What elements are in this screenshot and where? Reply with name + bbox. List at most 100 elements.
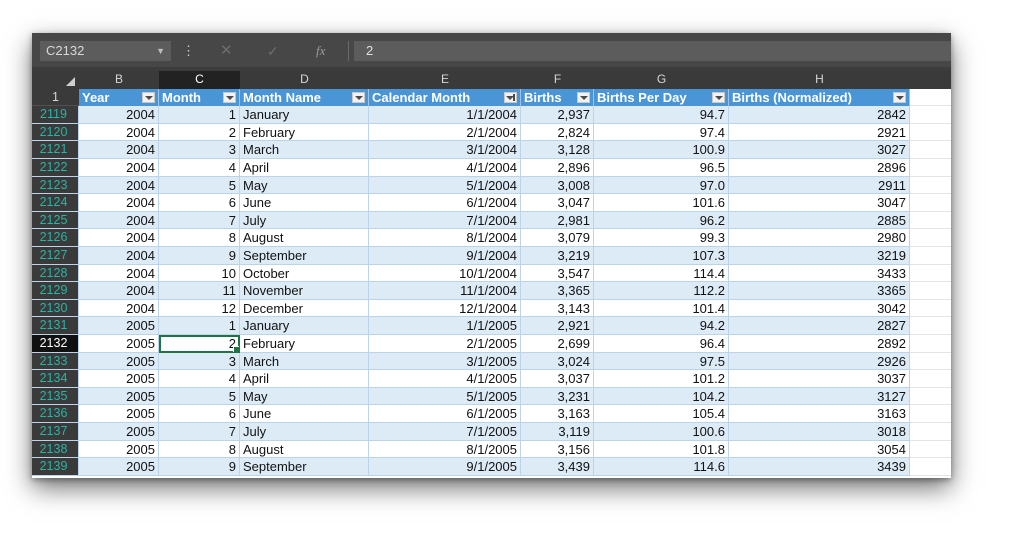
cell-g[interactable]: 107.3 <box>594 247 729 265</box>
cell-d[interactable]: July <box>240 211 369 230</box>
cell-f[interactable]: 3,156 <box>521 440 594 459</box>
cell-c[interactable]: 6 <box>159 405 240 423</box>
cell-g[interactable]: 96.2 <box>594 211 729 230</box>
filter-dropdown-icon[interactable] <box>352 91 365 103</box>
cell-e[interactable]: 6/1/2005 <box>369 405 521 423</box>
cell-b[interactable]: 2004 <box>79 106 159 124</box>
cell-h[interactable]: 3439 <box>729 458 910 476</box>
cell-b[interactable]: 2005 <box>79 317 159 335</box>
row-number[interactable]: 2138 <box>32 440 79 459</box>
cell-g[interactable]: 101.6 <box>594 194 729 212</box>
row-number[interactable]: 2123 <box>32 176 79 195</box>
chevron-down-icon[interactable]: ▼ <box>156 41 165 61</box>
cell-h[interactable]: 2980 <box>729 229 910 247</box>
cell-c[interactable]: 8 <box>159 440 240 459</box>
empty-cell[interactable] <box>910 440 951 459</box>
cell-b[interactable]: 2004 <box>79 141 159 159</box>
cell-d[interactable]: August <box>240 229 369 247</box>
cell-e[interactable]: 5/1/2005 <box>369 387 521 406</box>
cell-h[interactable]: 3219 <box>729 247 910 265</box>
cell-f[interactable]: 3,365 <box>521 282 594 300</box>
empty-cell[interactable] <box>910 282 951 300</box>
filter-dropdown-icon[interactable] <box>223 91 236 103</box>
cell-c[interactable]: 1 <box>159 106 240 124</box>
empty-cell[interactable] <box>910 458 951 476</box>
insert-function-icon[interactable]: fx <box>316 41 325 61</box>
cell-f[interactable]: 2,699 <box>521 335 594 353</box>
row-number[interactable]: 2127 <box>32 247 79 265</box>
cell-h[interactable]: 3047 <box>729 194 910 212</box>
cell-e[interactable]: 12/1/2004 <box>369 299 521 318</box>
empty-cell[interactable] <box>910 423 951 441</box>
cell-h[interactable]: 2926 <box>729 352 910 371</box>
cell-d[interactable]: May <box>240 176 369 195</box>
row-number[interactable]: 2121 <box>32 141 79 159</box>
cell-g[interactable]: 97.4 <box>594 123 729 142</box>
cell-h[interactable]: 3054 <box>729 440 910 459</box>
cell-d[interactable]: September <box>240 458 369 476</box>
empty-cell[interactable] <box>910 264 951 283</box>
row-number[interactable]: 2135 <box>32 387 79 406</box>
cell-h[interactable]: 2896 <box>729 159 910 177</box>
cancel-icon[interactable]: ✕ <box>220 41 233 61</box>
cell-g[interactable]: 100.9 <box>594 141 729 159</box>
cell-b[interactable]: 2004 <box>79 194 159 212</box>
empty-cell[interactable] <box>910 405 951 423</box>
cell-c[interactable]: 9 <box>159 247 240 265</box>
empty-cell[interactable] <box>910 335 951 353</box>
cell-c[interactable]: 1 <box>159 317 240 335</box>
filter-dropdown-icon[interactable] <box>893 91 906 103</box>
cell-d[interactable]: April <box>240 370 369 388</box>
cell-f[interactable]: 3,008 <box>521 176 594 195</box>
cell-g[interactable]: 99.3 <box>594 229 729 247</box>
cell-d[interactable]: March <box>240 352 369 371</box>
column-header-b[interactable]: B <box>79 71 159 89</box>
row-number[interactable]: 2133 <box>32 352 79 371</box>
cell-d[interactable]: February <box>240 123 369 142</box>
cell-g[interactable]: 94.2 <box>594 317 729 335</box>
cell-h[interactable]: 3127 <box>729 387 910 406</box>
cell-d[interactable]: November <box>240 282 369 300</box>
row-number[interactable]: 2130 <box>32 299 79 318</box>
cell-h[interactable]: 2827 <box>729 317 910 335</box>
cell-d[interactable]: June <box>240 405 369 423</box>
cell-f[interactable]: 3,219 <box>521 247 594 265</box>
cell-c[interactable]: 5 <box>159 176 240 195</box>
row-number[interactable]: 2128 <box>32 264 79 283</box>
column-header-e[interactable]: E <box>369 71 521 89</box>
cell-f[interactable]: 2,921 <box>521 317 594 335</box>
empty-cell[interactable] <box>910 299 951 318</box>
cell-b[interactable]: 2004 <box>79 247 159 265</box>
empty-cell[interactable] <box>910 317 951 335</box>
row-number[interactable]: 2136 <box>32 405 79 423</box>
cell-f[interactable]: 2,937 <box>521 106 594 124</box>
empty-cell[interactable] <box>910 123 951 142</box>
cell-g[interactable]: 105.4 <box>594 405 729 423</box>
column-header-blank[interactable] <box>910 71 951 89</box>
empty-cell[interactable] <box>910 88 951 107</box>
row-number[interactable]: 2119 <box>32 106 79 124</box>
cell-e[interactable]: 11/1/2004 <box>369 282 521 300</box>
cell-c[interactable]: 10 <box>159 264 240 283</box>
row-number[interactable]: 2129 <box>32 282 79 300</box>
cell-g[interactable]: 114.6 <box>594 458 729 476</box>
cell-d[interactable]: August <box>240 440 369 459</box>
cell-c[interactable]: 3 <box>159 141 240 159</box>
cell-e[interactable]: 6/1/2004 <box>369 194 521 212</box>
cell-h[interactable]: 3018 <box>729 423 910 441</box>
cell-d[interactable]: February <box>240 335 369 353</box>
cell-f[interactable]: 3,119 <box>521 423 594 441</box>
cell-h[interactable]: 2842 <box>729 106 910 124</box>
cell-c[interactable]: 11 <box>159 282 240 300</box>
cell-f[interactable]: 3,037 <box>521 370 594 388</box>
confirm-check-icon[interactable]: ✓ <box>267 41 279 61</box>
empty-cell[interactable] <box>910 141 951 159</box>
cell-h[interactable]: 2911 <box>729 176 910 195</box>
cell-b[interactable]: 2004 <box>79 282 159 300</box>
active-cell[interactable]: 2 <box>159 335 240 353</box>
column-header-c[interactable]: C <box>159 71 240 89</box>
cell-e[interactable]: 2/1/2005 <box>369 335 521 353</box>
cell-b[interactable]: 2005 <box>79 405 159 423</box>
cell-e[interactable]: 7/1/2005 <box>369 423 521 441</box>
cell-e[interactable]: 5/1/2004 <box>369 176 521 195</box>
